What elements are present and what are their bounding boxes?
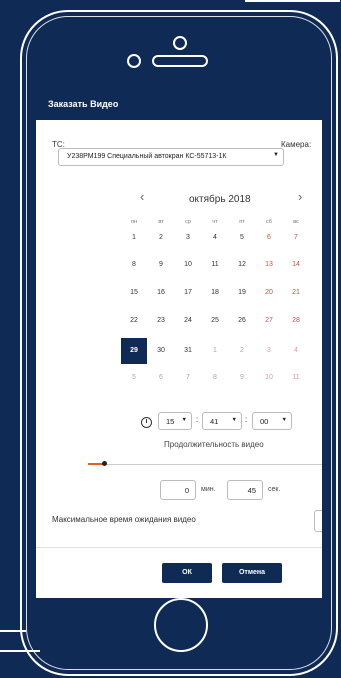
- calendar-day[interactable]: 23: [148, 308, 174, 334]
- calendar-day[interactable]: 8: [121, 252, 147, 278]
- calendar-day[interactable]: 7: [283, 225, 309, 251]
- speaker-icon: [152, 55, 208, 67]
- calendar-day[interactable]: 26: [229, 308, 255, 334]
- calendar-day[interactable]: 6: [256, 225, 282, 251]
- phone-side-line: [0, 650, 40, 652]
- calendar-day[interactable]: 6: [148, 365, 174, 391]
- calendar-day[interactable]: 20: [256, 280, 282, 306]
- calendar-day[interactable]: 17: [175, 280, 201, 306]
- minute-value: 41: [210, 417, 219, 426]
- modal-title: Заказать Видео: [48, 99, 119, 109]
- hour-value: 15: [166, 417, 175, 426]
- calendar-day[interactable]: 5: [229, 225, 255, 251]
- prev-month-button[interactable]: ‹: [140, 189, 144, 204]
- calendar-day[interactable]: 2: [229, 338, 255, 364]
- calendar-day[interactable]: 21: [283, 280, 309, 306]
- seconds-value: 45: [247, 486, 256, 495]
- clock-icon: [141, 417, 152, 428]
- calendar-day[interactable]: 13: [256, 252, 282, 278]
- vehicle-select[interactable]: У238РМ199 Специальный автокран КС-55713-…: [58, 148, 284, 166]
- calendar-day[interactable]: 15: [121, 280, 147, 306]
- phone-side-line: [0, 630, 26, 632]
- duration-slider[interactable]: [88, 464, 322, 465]
- chevron-down-icon: ▼: [231, 417, 237, 423]
- second-select[interactable]: 00 ▼: [252, 412, 292, 430]
- calendar-day[interactable]: 3: [175, 225, 201, 251]
- minutes-value: 0: [184, 486, 189, 495]
- vehicle-select-value: У238РМ199 Специальный автокран КС-55713-…: [67, 153, 227, 160]
- calendar-day[interactable]: 28: [283, 308, 309, 334]
- order-video-modal: Заказать Видео ТС: Камера: У238РМ199 Спе…: [36, 90, 322, 598]
- calendar-day[interactable]: 14: [283, 252, 309, 278]
- calendar-day[interactable]: 4: [202, 225, 228, 251]
- minutes-input[interactable]: 0: [160, 480, 196, 500]
- minute-select[interactable]: 41 ▼: [202, 412, 242, 430]
- calendar-day[interactable]: 24: [175, 308, 201, 334]
- calendar-day[interactable]: 22: [121, 308, 147, 334]
- calendar-day[interactable]: 27: [256, 308, 282, 334]
- calendar-day[interactable]: 8: [202, 365, 228, 391]
- sensor-icon: [127, 54, 141, 68]
- calendar-day[interactable]: 9: [229, 365, 255, 391]
- calendar-day[interactable]: 9: [148, 252, 174, 278]
- chevron-down-icon: ▼: [273, 152, 279, 158]
- duration-slider-thumb[interactable]: [102, 461, 107, 466]
- home-button[interactable]: [154, 598, 208, 652]
- front-camera-icon: [173, 36, 187, 50]
- next-month-button[interactable]: ›: [298, 189, 302, 204]
- calendar-day[interactable]: 11: [283, 365, 309, 391]
- max-wait-input[interactable]: [314, 510, 322, 532]
- time-separator: :: [245, 415, 248, 424]
- calendar-day[interactable]: 16: [148, 280, 174, 306]
- calendar-day[interactable]: 10: [256, 365, 282, 391]
- modal-header: Заказать Видео: [36, 90, 322, 120]
- calendar-day[interactable]: 18: [202, 280, 228, 306]
- ok-button[interactable]: ОК: [162, 563, 212, 583]
- calendar-day[interactable]: 5: [121, 365, 147, 391]
- hour-select[interactable]: 15 ▼: [158, 412, 192, 430]
- seconds-input[interactable]: 45: [227, 480, 263, 500]
- calendar-day[interactable]: 11: [202, 252, 228, 278]
- max-wait-label: Максимальное время ожидания видео: [52, 515, 196, 524]
- camera-label: Камера:: [281, 140, 312, 149]
- calendar-day[interactable]: 1: [202, 338, 228, 364]
- calendar-day[interactable]: 7: [175, 365, 201, 391]
- second-value: 00: [260, 417, 269, 426]
- chevron-down-icon: ▼: [281, 417, 287, 423]
- calendar-day[interactable]: 12: [229, 252, 255, 278]
- cancel-button[interactable]: Отмена: [222, 563, 282, 583]
- minutes-unit: мин.: [201, 486, 216, 493]
- calendar-day[interactable]: 19: [229, 280, 255, 306]
- seconds-unit: сек.: [268, 486, 281, 493]
- footer-divider: [36, 547, 322, 548]
- calendar-day[interactable]: 10: [175, 252, 201, 278]
- calendar-day[interactable]: 1: [121, 225, 147, 251]
- calendar-day[interactable]: 4: [283, 338, 309, 364]
- calendar-day[interactable]: 30: [148, 338, 174, 364]
- calendar-day[interactable]: 2: [148, 225, 174, 251]
- calendar-day[interactable]: 31: [175, 338, 201, 364]
- chevron-down-icon: ▼: [181, 417, 187, 423]
- phone-side-line: [245, 0, 340, 2]
- duration-label: Продолжительность видео: [164, 440, 264, 449]
- calendar-month-title: октябрь 2018: [189, 194, 251, 205]
- calendar-day[interactable]: 25: [202, 308, 228, 334]
- calendar-day[interactable]: 3: [256, 338, 282, 364]
- time-separator: :: [196, 415, 199, 424]
- calendar-day[interactable]: 29: [121, 338, 147, 364]
